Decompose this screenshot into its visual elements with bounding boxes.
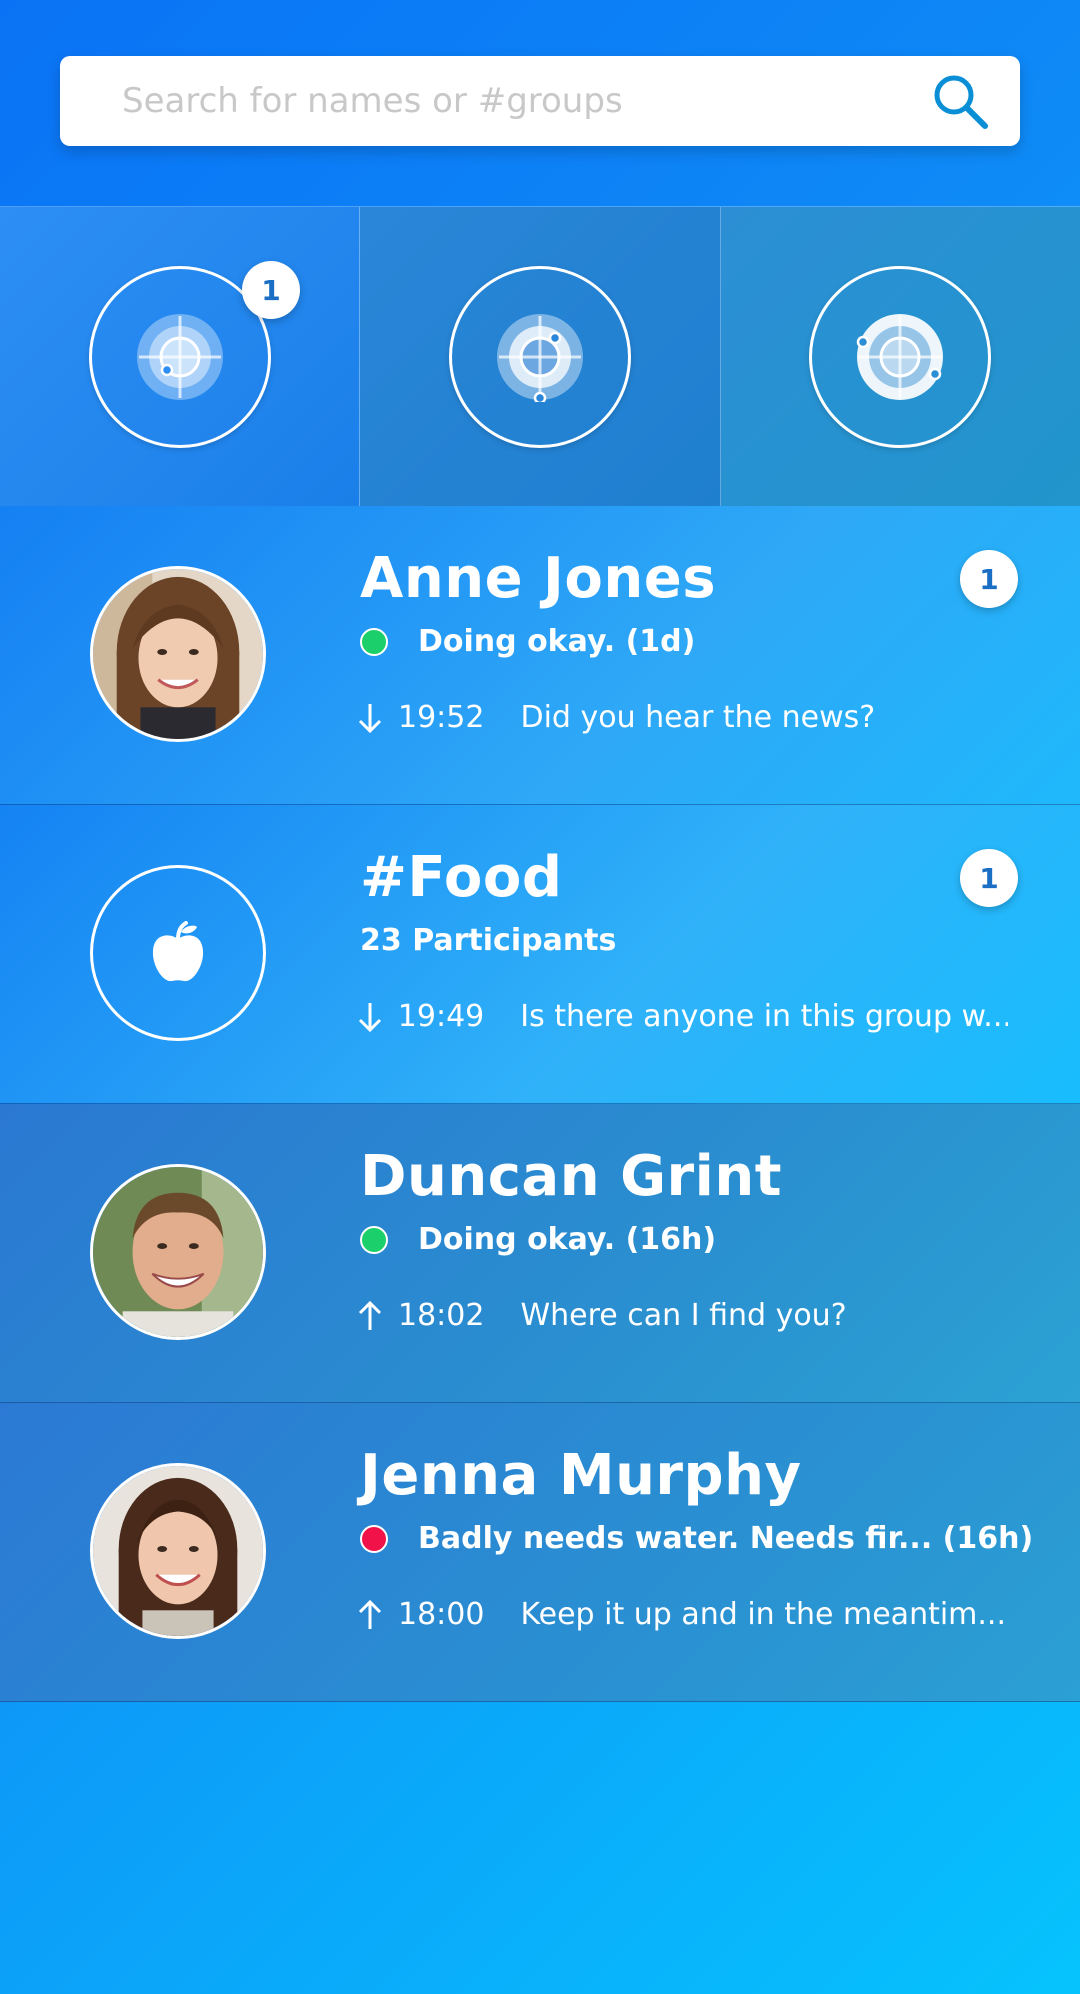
tab-radar-1[interactable]: 1 — [0, 207, 361, 507]
radar-icon — [496, 314, 583, 402]
message-time: 18:00 — [398, 1597, 485, 1632]
message-time: 19:49 — [397, 999, 485, 1034]
message-preview: Is there anyone in this group w... — [520, 999, 1008, 1034]
status: Badly needs water. Needs fir... (16h) — [360, 1521, 1033, 1556]
radar-icon — [136, 314, 223, 400]
arrow-down-icon — [358, 1000, 384, 1034]
filter-tabs: 1 — [0, 206, 1080, 508]
message-preview: Did you hear the news? — [520, 700, 876, 735]
status-text: Doing okay. (16h) — [418, 1222, 717, 1257]
message-preview: Keep it up and in the meantim... — [520, 1597, 1007, 1632]
status-indicator — [360, 1524, 388, 1553]
last-message: 19:49 Is there anyone in this group w... — [358, 999, 1008, 1034]
last-message: 18:00 Keep it up and in the meantim... — [358, 1597, 1008, 1632]
status-indicator — [360, 627, 388, 656]
arrow-down-icon — [358, 701, 384, 735]
contact-name: Jenna Murphy — [360, 1443, 802, 1508]
search-icon[interactable] — [928, 69, 992, 133]
conversation-row-jenna-murphy[interactable]: Jenna Murphy Badly needs water. Needs fi… — [0, 1403, 1080, 1702]
search-input[interactable] — [120, 80, 928, 122]
participants-count: 23 Participants — [360, 923, 617, 958]
status: Doing okay. (1d) — [360, 624, 695, 659]
tab-circle — [448, 266, 631, 448]
status-text: Badly needs water. Needs fir... (16h) — [418, 1521, 1034, 1556]
unread-badge: 1 — [960, 849, 1018, 907]
group-avatar — [90, 865, 266, 1041]
contact-name: Anne Jones — [360, 546, 717, 611]
avatar — [90, 566, 266, 742]
avatar — [90, 1164, 266, 1340]
unread-badge: 1 — [960, 550, 1018, 608]
apple-icon — [152, 921, 204, 982]
contact-name: Duncan Grint — [360, 1144, 782, 1209]
search-bar — [60, 56, 1020, 146]
conversation-list: Anne Jones Doing okay. (1d) 19:52 Did yo… — [0, 506, 1080, 1702]
status-text: Doing okay. (1d) — [418, 624, 696, 659]
message-time: 19:52 — [398, 700, 485, 735]
tab-radar-3[interactable] — [720, 207, 1080, 507]
tab-radar-2[interactable] — [360, 207, 721, 507]
arrow-up-icon — [358, 1299, 384, 1333]
status: Doing okay. (16h) — [360, 1222, 716, 1257]
tab-circle — [809, 266, 992, 448]
group-name: #Food — [360, 845, 563, 910]
radar-icon — [857, 314, 944, 400]
message-time: 18:02 — [398, 1298, 485, 1333]
conversation-row-anne-jones[interactable]: Anne Jones Doing okay. (1d) 19:52 Did yo… — [0, 506, 1080, 805]
conversation-row-food-group[interactable]: #Food 23 Participants 19:49 Is there any… — [0, 805, 1080, 1104]
last-message: 18:02 Where can I find you? — [358, 1298, 1008, 1333]
avatar — [90, 1463, 266, 1639]
last-message: 19:52 Did you hear the news? — [358, 700, 1008, 735]
message-preview: Where can I find you? — [520, 1298, 847, 1333]
conversation-row-duncan-grint[interactable]: Duncan Grint Doing okay. (16h) 18:02 Whe… — [0, 1104, 1080, 1403]
arrow-up-icon — [358, 1598, 384, 1632]
tab-notification-badge: 1 — [242, 261, 300, 319]
status-indicator — [360, 1225, 388, 1254]
